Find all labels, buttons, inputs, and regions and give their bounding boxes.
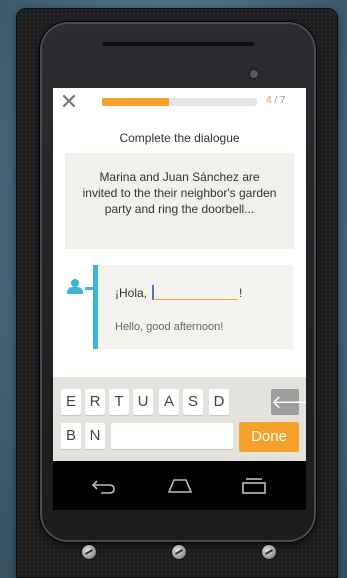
person-icon: [67, 279, 83, 295]
answer-blank[interactable]: [152, 285, 238, 300]
progress-separator: /: [271, 95, 280, 106]
dialogue-box: ¡Hola, ! Hello, good afternoon!: [98, 265, 293, 349]
screw-right: [262, 545, 276, 559]
key-s[interactable]: S: [183, 389, 203, 415]
letter-keyboard: E R T U A S D 🡐 B N Done: [53, 377, 306, 461]
key-t[interactable]: T: [109, 389, 129, 415]
arrow-left-icon: 🡐: [271, 392, 306, 412]
back-icon[interactable]: [87, 475, 117, 495]
home-icon[interactable]: [165, 475, 195, 495]
key-a[interactable]: A: [159, 389, 179, 415]
line-prefix: ¡Hola,: [115, 286, 148, 300]
line-suffix: !: [239, 286, 243, 300]
close-icon[interactable]: ✕: [58, 91, 80, 113]
key-d[interactable]: D: [209, 389, 229, 415]
key-r[interactable]: R: [85, 389, 105, 415]
progress-bar: [102, 98, 257, 106]
speaker-pointer: [85, 287, 93, 290]
progress-count: 4 / 7: [266, 95, 285, 106]
screw-center: [172, 545, 186, 559]
screw-left: [82, 545, 96, 559]
key-e[interactable]: E: [61, 389, 81, 415]
background: ✕ 4 / 7 Complete the dialogue Marina and…: [0, 0, 347, 578]
progress-total: 7: [279, 95, 286, 106]
phone-screen: ✕ 4 / 7 Complete the dialogue Marina and…: [53, 88, 306, 510]
key-b[interactable]: B: [61, 423, 81, 449]
earpiece: [102, 42, 254, 46]
key-n[interactable]: N: [85, 423, 105, 449]
backspace-button[interactable]: 🡐: [271, 389, 306, 415]
dialogue-line: ¡Hola, !: [115, 285, 242, 300]
dialogue-card: ¡Hola, ! Hello, good afternoon!: [53, 265, 306, 349]
key-u[interactable]: U: [133, 389, 153, 415]
translation-text: Hello, good afternoon!: [115, 321, 224, 333]
done-button[interactable]: Done: [239, 422, 299, 452]
answer-input[interactable]: [111, 423, 233, 449]
front-camera: [250, 70, 258, 78]
progress-fill: [102, 98, 169, 106]
instruction-text: Complete the dialogue: [119, 131, 240, 145]
android-nav-bar: [53, 461, 306, 510]
lesson-header: ✕ 4 / 7: [53, 88, 306, 118]
context-box: Marina and Juan Sánchez are invited to t…: [65, 153, 294, 249]
context-text: Marina and Juan Sánchez are invited to t…: [82, 170, 277, 216]
recents-icon[interactable]: [239, 475, 269, 495]
